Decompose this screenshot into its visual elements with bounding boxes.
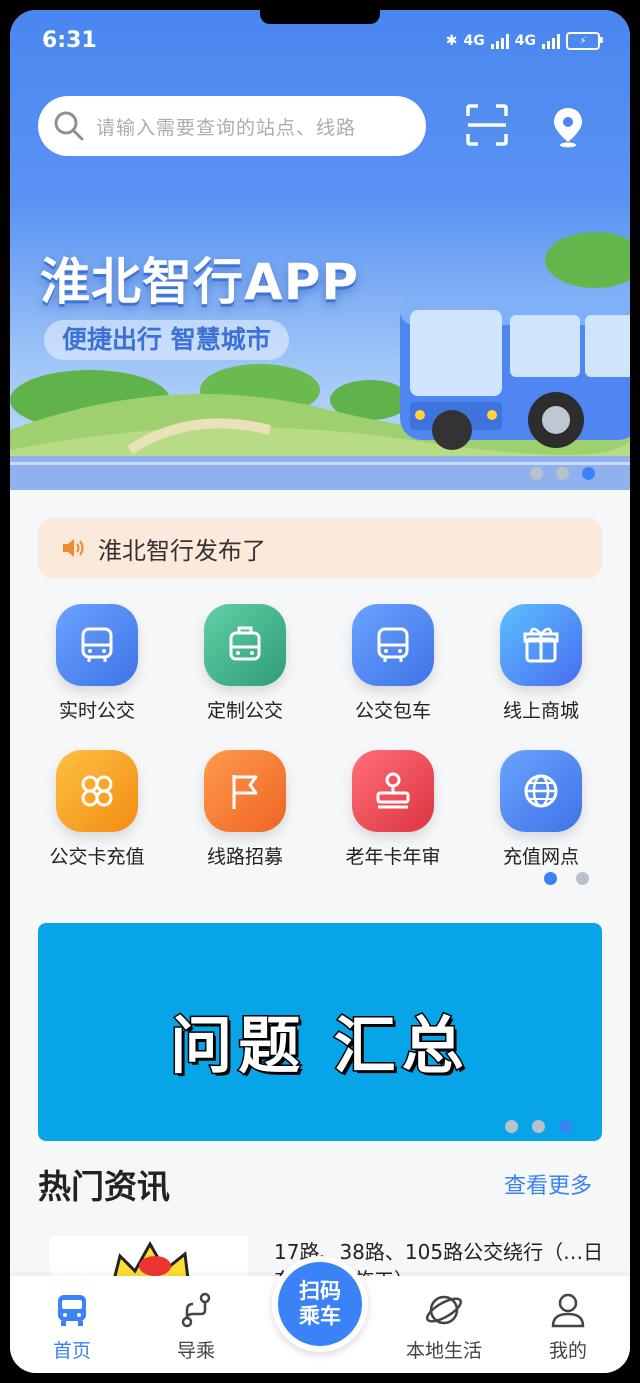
bus-icon <box>56 604 138 686</box>
service-label: 线上商城 <box>502 700 579 722</box>
search-icon <box>54 111 84 141</box>
service-label: 公交包车 <box>354 700 431 722</box>
service-label: 线路招募 <box>206 846 283 868</box>
scan-ride-button[interactable]: 扫码 乘车 <box>272 1256 368 1352</box>
tab-local-life[interactable]: 本地生活 <box>394 1290 494 1363</box>
service-label: 定制公交 <box>206 700 283 722</box>
service-online-mall[interactable]: 线上商城 <box>466 604 616 723</box>
service-senior-card[interactable]: 老年卡年审 <box>318 750 468 869</box>
scan-icon[interactable] <box>464 102 510 148</box>
camera-notch <box>260 10 380 24</box>
service-realtime-bus[interactable]: 实时公交 <box>22 604 172 723</box>
service-custom-bus[interactable]: 定制公交 <box>170 604 320 723</box>
tab-label: 首页 <box>52 1340 91 1362</box>
service-label: 充值网点 <box>502 846 579 868</box>
search-input[interactable]: 请输入需要查询的站点、线路 <box>38 96 426 156</box>
service-card-recharge[interactable]: 公交卡充值 <box>22 750 172 869</box>
card-recharge-icon <box>56 750 138 832</box>
location-icon[interactable] <box>548 104 588 148</box>
planet-icon <box>425 1295 463 1325</box>
banner-subtitle: 便捷出行 智慧城市 <box>44 320 289 360</box>
user-icon <box>551 1293 585 1328</box>
news-more-link[interactable]: 查看更多 <box>504 1168 592 1200</box>
search-placeholder: 请输入需要查询的站点、线路 <box>96 116 357 139</box>
tab-label: 导乘 <box>176 1340 215 1362</box>
gift-icon <box>500 604 582 686</box>
tab-home[interactable]: 首页 <box>22 1290 122 1363</box>
notice-bar[interactable]: 淮北智行发布了 <box>38 518 602 578</box>
service-pagination <box>544 872 589 885</box>
stamp-icon <box>352 750 434 832</box>
tab-mine[interactable]: 我的 <box>518 1290 618 1363</box>
clock: 6:31 <box>42 28 97 53</box>
signal-icon <box>490 33 509 49</box>
tab-guide[interactable]: 导乘 <box>146 1290 246 1363</box>
tab-label: 我的 <box>548 1340 587 1362</box>
service-label: 公交卡充值 <box>49 846 145 868</box>
promo-banner[interactable]: 问题 汇总 <box>38 923 602 1141</box>
speaker-icon <box>63 539 84 557</box>
news-heading: 热门资讯 <box>38 1167 170 1206</box>
scan-ride-line1: 扫码 <box>299 1279 341 1303</box>
tab-label: 本地生活 <box>405 1340 482 1362</box>
phone-screen: 6:31 ✱ 4G 4G ⚡ 请输入需要查询的站点、线路 淮北智行APP 便捷出… <box>10 10 630 1373</box>
service-label: 老年卡年审 <box>345 846 441 868</box>
service-route-recruit[interactable]: 线路招募 <box>170 750 320 869</box>
service-label: 实时公交 <box>58 700 135 722</box>
promo-pagination <box>505 1120 572 1133</box>
signal-icon-2 <box>542 33 560 49</box>
flag-icon <box>204 750 286 832</box>
battery-icon: ⚡ <box>566 32 603 50</box>
service-charter-bus[interactable]: 公交包车 <box>318 604 468 723</box>
bluetooth-icon: ✱ <box>445 33 458 49</box>
network-type-2: 4G <box>514 33 536 49</box>
banner-pagination <box>530 467 595 480</box>
luggage-bus-icon <box>204 604 286 686</box>
service-recharge-outlet[interactable]: 充值网点 <box>466 750 616 869</box>
network-type-1: 4G <box>463 33 485 49</box>
bus-home-icon <box>58 1295 86 1326</box>
banner-title: 淮北智行APP <box>40 253 359 311</box>
scan-ride-line2: 乘车 <box>299 1304 341 1328</box>
route-icon <box>181 1292 211 1328</box>
charter-bus-icon <box>352 604 434 686</box>
hero-banner[interactable]: 6:31 ✱ 4G 4G ⚡ 请输入需要查询的站点、线路 淮北智行APP 便捷出… <box>10 10 630 490</box>
globe-icon <box>500 750 582 832</box>
notice-text: 淮北智行发布了 <box>98 536 266 565</box>
promo-text: 问题 汇总 <box>169 1008 470 1084</box>
